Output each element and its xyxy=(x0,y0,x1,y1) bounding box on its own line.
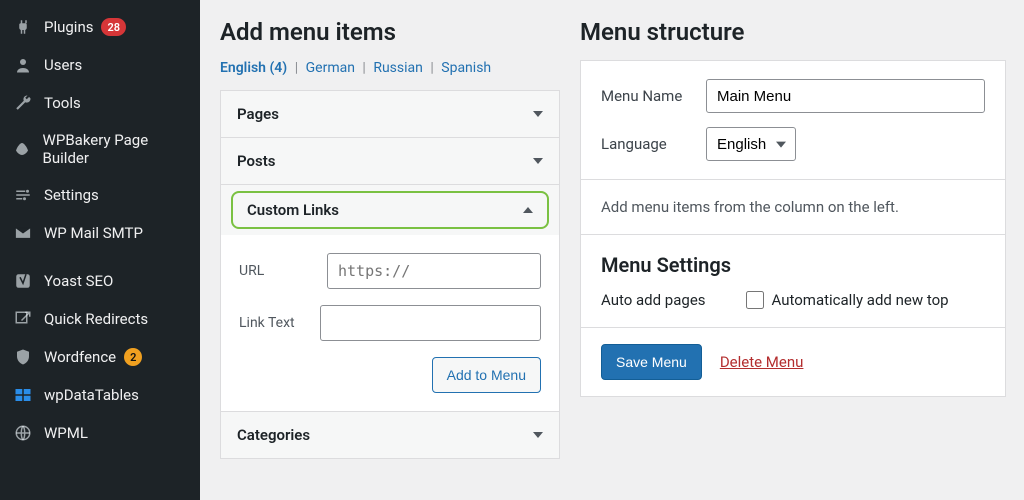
sidebar-item-wpml[interactable]: WPML xyxy=(0,414,200,452)
sidebar-item-yoast[interactable]: Yoast SEO xyxy=(0,262,200,300)
sidebar-item-tools[interactable]: Tools xyxy=(0,84,200,122)
accordion-item-pages: Pages xyxy=(221,91,559,137)
language-option-german[interactable]: German xyxy=(306,60,355,76)
sidebar-item-label: Yoast SEO xyxy=(44,272,113,290)
sidebar-separator xyxy=(0,252,200,262)
custom-links-body: URL Link Text Add to Menu xyxy=(221,235,559,411)
accordion-toggle-pages[interactable]: Pages xyxy=(221,91,559,137)
sidebar-item-label: WPML xyxy=(44,424,88,442)
auto-add-pages-checkbox[interactable] xyxy=(746,291,764,309)
wpdatatables-icon xyxy=(12,385,34,405)
menu-settings-section: Menu Settings Auto add pages Automatical… xyxy=(581,234,1005,327)
accordion-item-posts: Posts xyxy=(221,137,559,184)
sidebar-item-plugins[interactable]: Plugins 28 xyxy=(0,8,200,46)
auto-add-pages-label: Auto add pages xyxy=(601,291,706,309)
chevron-down-icon xyxy=(533,111,543,117)
accordion-item-categories: Categories xyxy=(221,411,559,458)
sidebar-item-label: Plugins xyxy=(44,18,93,36)
sliders-icon xyxy=(12,185,34,205)
sidebar-item-settings[interactable]: Settings xyxy=(0,176,200,214)
wpbakery-icon xyxy=(12,139,33,159)
sidebar-item-wpmailsmtp[interactable]: WP Mail SMTP xyxy=(0,214,200,252)
chevron-down-icon xyxy=(533,432,543,438)
custom-link-url-input[interactable] xyxy=(327,253,541,289)
sidebar-item-wordfence[interactable]: Wordfence 2 xyxy=(0,338,200,376)
accordion-title: Categories xyxy=(237,426,310,444)
user-icon xyxy=(12,55,34,75)
menu-settings-heading: Menu Settings xyxy=(601,253,985,277)
globe-icon xyxy=(12,423,34,443)
shield-icon xyxy=(12,347,34,367)
sidebar-item-users[interactable]: Users xyxy=(0,46,200,84)
wrench-icon xyxy=(12,93,34,113)
menu-language-select[interactable]: English xyxy=(706,127,796,161)
custom-link-text-input[interactable] xyxy=(320,305,541,341)
menu-name-label: Menu Name xyxy=(601,87,706,105)
plug-icon xyxy=(12,17,34,37)
accordion-toggle-categories[interactable]: Categories xyxy=(221,412,559,458)
sidebar-item-label: Wordfence xyxy=(44,348,116,366)
menu-items-accordion: Pages Posts Custom Links xyxy=(220,90,560,459)
accordion-toggle-posts[interactable]: Posts xyxy=(221,138,559,184)
menu-structure-heading: Menu structure xyxy=(580,18,1006,46)
auto-add-pages-checkbox-text: Automatically add new top xyxy=(772,291,949,309)
delete-menu-link[interactable]: Delete Menu xyxy=(720,353,804,371)
sidebar-item-wpbakery[interactable]: WPBakery Page Builder xyxy=(0,122,200,176)
language-switcher: English (4) | German | Russian | Spanish xyxy=(220,60,560,76)
menu-language-label: Language xyxy=(601,135,706,153)
menu-actions-footer: Save Menu Delete Menu xyxy=(581,327,1005,396)
auto-add-pages-checkbox-label[interactable]: Automatically add new top xyxy=(746,291,949,309)
add-to-menu-button[interactable]: Add to Menu xyxy=(432,357,541,393)
sidebar-item-label: Settings xyxy=(44,186,99,204)
sidebar-item-label: Users xyxy=(44,56,82,74)
accordion-item-custom-links: Custom Links URL Link Text Add to Menu xyxy=(221,184,559,411)
sidebar-item-label: wpDataTables xyxy=(44,386,139,404)
accordion-title: Posts xyxy=(237,152,275,170)
redirect-icon xyxy=(12,309,34,329)
menu-structure-panel: Menu Name Language English Add menu item… xyxy=(580,60,1006,397)
mail-icon xyxy=(12,223,34,243)
menu-name-input[interactable] xyxy=(706,79,985,113)
wordfence-notice-badge: 2 xyxy=(124,348,142,366)
menu-meta-section: Menu Name Language English xyxy=(581,61,1005,179)
language-option-spanish[interactable]: Spanish xyxy=(441,60,491,76)
admin-sidebar: Plugins 28 Users Tools WPBakery Page Bui… xyxy=(0,0,200,500)
sidebar-item-label: Tools xyxy=(44,94,81,112)
main-content: Add menu items English (4) | German | Ru… xyxy=(200,0,1024,500)
menu-empty-hint-section: Add menu items from the column on the le… xyxy=(581,179,1005,234)
sidebar-item-label: WPBakery Page Builder xyxy=(43,131,188,167)
chevron-down-icon xyxy=(533,158,543,164)
save-menu-button[interactable]: Save Menu xyxy=(601,344,702,380)
link-text-label: Link Text xyxy=(239,315,320,331)
add-menu-items-column: Add menu items English (4) | German | Ru… xyxy=(220,18,560,482)
url-label: URL xyxy=(239,263,327,279)
language-option-english[interactable]: English (4) xyxy=(220,60,287,76)
sidebar-item-wpdatatables[interactable]: wpDataTables xyxy=(0,376,200,414)
menu-structure-column: Menu structure Menu Name Language Englis… xyxy=(580,18,1006,482)
sidebar-item-quickredirects[interactable]: Quick Redirects xyxy=(0,300,200,338)
yoast-icon xyxy=(12,271,34,291)
accordion-title: Pages xyxy=(237,105,279,123)
plugins-update-badge: 28 xyxy=(101,18,126,36)
menu-empty-hint: Add menu items from the column on the le… xyxy=(601,198,985,216)
add-menu-items-heading: Add menu items xyxy=(220,18,560,46)
chevron-up-icon xyxy=(523,207,533,213)
accordion-title: Custom Links xyxy=(247,201,339,219)
sidebar-item-label: Quick Redirects xyxy=(44,310,148,328)
sidebar-item-label: WP Mail SMTP xyxy=(44,224,143,242)
language-option-russian[interactable]: Russian xyxy=(373,60,423,76)
accordion-toggle-custom-links[interactable]: Custom Links xyxy=(221,185,559,235)
